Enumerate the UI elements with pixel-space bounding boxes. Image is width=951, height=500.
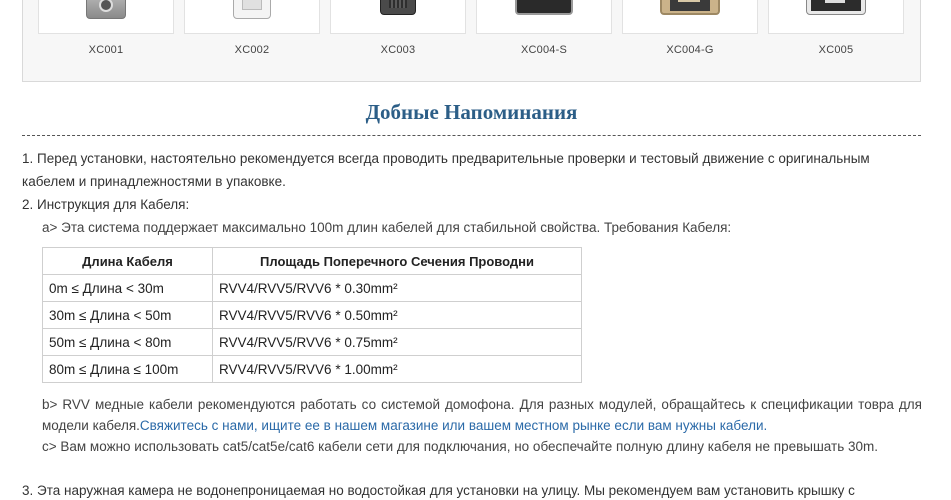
intercom-black-panel-icon bbox=[515, 0, 573, 15]
product-item-xc001[interactable]: XC001 bbox=[38, 0, 174, 56]
product-thumbnail[interactable] bbox=[622, 0, 758, 34]
product-thumbnail[interactable] bbox=[184, 0, 320, 34]
table-header-row: Длина Кабеля Площадь Поперечного Сечения… bbox=[42, 247, 582, 275]
intercom-black-grill-icon bbox=[380, 0, 416, 15]
product-thumbnail[interactable] bbox=[768, 0, 904, 34]
reminder-paragraph-1: 1. Перед установки, настоятельно рекомен… bbox=[22, 151, 870, 189]
product-code: XC004-S bbox=[520, 44, 568, 56]
table-row: 0m ≤ Длина < 30m RVV4/RVV5/RVV6 * 0.30mm… bbox=[42, 274, 582, 302]
cable-instruction-c: c> Вам можно использовать cat5/cat5e/cat… bbox=[42, 439, 878, 454]
table-cell-section: RVV4/RVV5/RVV6 * 0.50mm² bbox=[212, 301, 582, 329]
product-code: XC001 bbox=[88, 44, 124, 56]
reminder-paragraph-2: 2. Инструкция для Кабеля: bbox=[22, 197, 190, 212]
product-thumbnail[interactable] bbox=[330, 0, 466, 34]
product-item-xc002[interactable]: XC002 bbox=[184, 0, 320, 56]
product-thumbnail[interactable] bbox=[38, 0, 174, 34]
intercom-silver-camera-icon bbox=[86, 0, 126, 19]
table-header-cell: Длина Кабеля bbox=[42, 247, 213, 275]
contact-us-link[interactable]: Свяжитесь с нами, ищите ее в нашем магаз… bbox=[140, 418, 767, 433]
product-item-xc003[interactable]: XC003 bbox=[330, 0, 466, 56]
table-cell-section: RVV4/RVV5/RVV6 * 1.00mm² bbox=[212, 355, 582, 383]
table-row: 50m ≤ Длина < 80m RVV4/RVV5/RVV6 * 0.75m… bbox=[42, 328, 582, 356]
table-cell-section: RVV4/RVV5/RVV6 * 0.75mm² bbox=[212, 328, 582, 356]
cable-requirements-table: Длина Кабеля Площадь Поперечного Сечения… bbox=[42, 247, 582, 383]
product-gallery: XC001 XC002 XC003 XC004-S XC004-G XC005 bbox=[22, 0, 921, 82]
table-row: 80m ≤ Длина ≤ 100m RVV4/RVV5/RVV6 * 1.00… bbox=[42, 355, 582, 383]
intercom-gold-panel-icon bbox=[660, 0, 720, 15]
section-divider bbox=[22, 135, 921, 136]
product-code: XC003 bbox=[380, 44, 416, 56]
table-cell-length: 0m ≤ Длина < 30m bbox=[42, 274, 213, 302]
intercom-grey-panel-icon bbox=[806, 0, 866, 15]
table-cell-length: 30m ≤ Длина < 50m bbox=[42, 301, 213, 329]
table-cell-length: 50m ≤ Длина < 80m bbox=[42, 328, 213, 356]
intercom-white-screen-icon bbox=[233, 0, 271, 19]
reminder-paragraph-3: 3. Эта наружная камера не водонепроницае… bbox=[22, 483, 855, 498]
table-row: 30m ≤ Длина < 50m RVV4/RVV5/RVV6 * 0.50m… bbox=[42, 301, 582, 329]
product-thumbnail[interactable] bbox=[476, 0, 612, 34]
cable-instruction-b: b> RVV медные кабели рекомендуются работ… bbox=[42, 394, 922, 436]
table-header-cell: Площадь Поперечного Сечения Проводни bbox=[212, 247, 582, 275]
table-cell-section: RVV4/RVV5/RVV6 * 0.30mm² bbox=[212, 274, 582, 302]
table-cell-length: 80m ≤ Длина ≤ 100m bbox=[42, 355, 213, 383]
product-item-xc004-g[interactable]: XC004-G bbox=[622, 0, 758, 56]
product-item-xc004-s[interactable]: XC004-S bbox=[476, 0, 612, 56]
section-title: Добные Напоминания bbox=[365, 100, 578, 124]
cable-instruction-a: a> Эта система поддержает максимально 10… bbox=[42, 220, 732, 235]
product-code: XC002 bbox=[234, 44, 270, 56]
product-code: XC005 bbox=[818, 44, 854, 56]
product-item-xc005[interactable]: XC005 bbox=[768, 0, 904, 56]
product-code: XC004-G bbox=[666, 44, 714, 56]
